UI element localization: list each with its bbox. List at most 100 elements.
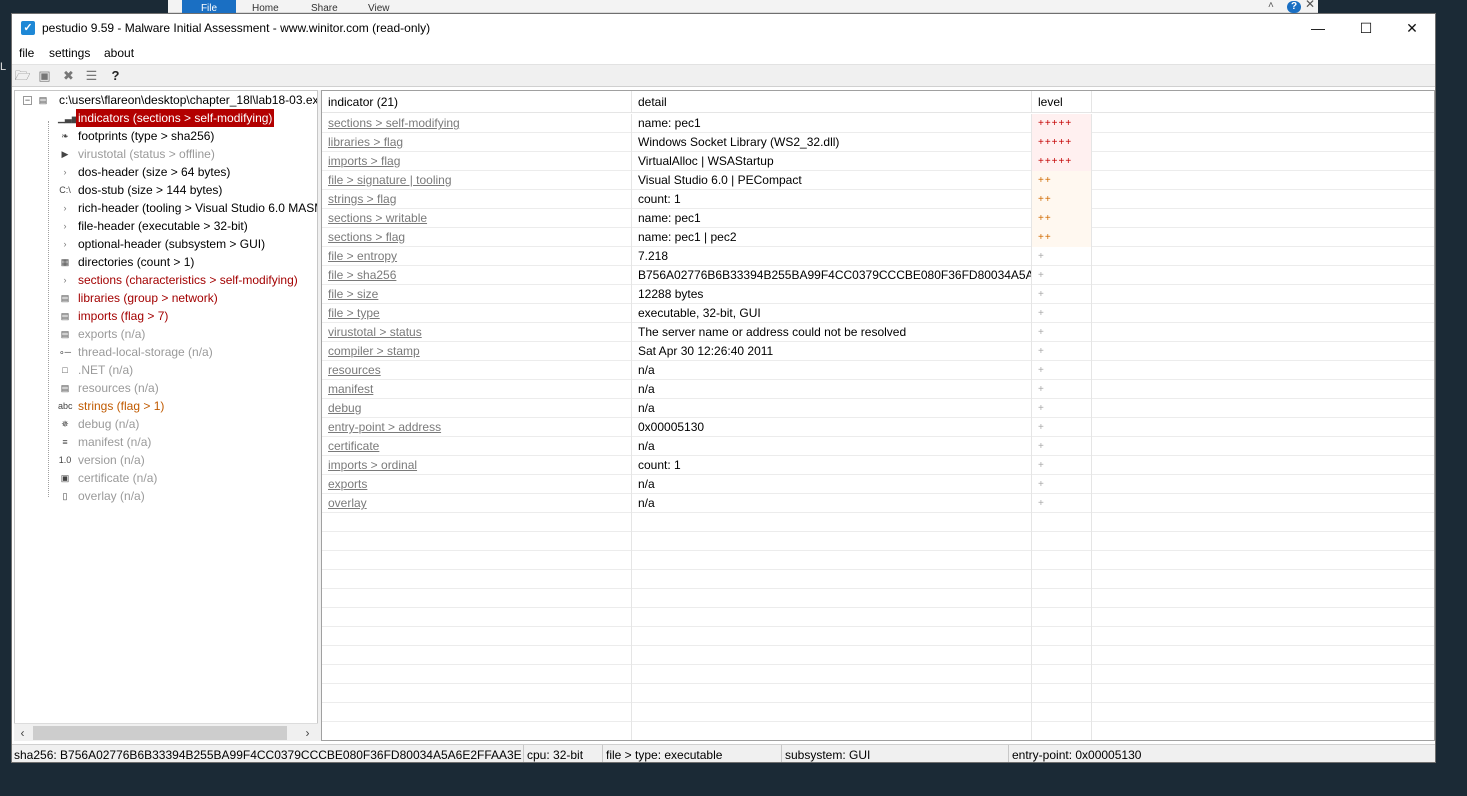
- column-header-detail[interactable]: detail: [632, 91, 1032, 113]
- table-row[interactable]: resources n/a +: [322, 361, 1434, 380]
- indicator-cell[interactable]: manifest: [322, 380, 632, 399]
- detail-cell: n/a: [632, 399, 1032, 418]
- indicator-cell[interactable]: file > signature | tooling: [322, 171, 632, 190]
- table-row[interactable]: file > size 12288 bytes +: [322, 285, 1434, 304]
- detail-cell: Visual Studio 6.0 | PECompact: [632, 171, 1032, 190]
- indicator-cell[interactable]: entry-point > address: [322, 418, 632, 437]
- tree-item-label: directories (count > 1): [78, 255, 195, 269]
- list-icon[interactable]: ☰: [83, 68, 100, 84]
- indicator-cell[interactable]: imports > ordinal: [322, 456, 632, 475]
- tree-horizontal-scrollbar[interactable]: ‹ ›: [14, 723, 318, 741]
- scroll-right-icon[interactable]: ›: [299, 724, 316, 742]
- table-row[interactable]: entry-point > address 0x00005130 +: [322, 418, 1434, 437]
- indicator-cell[interactable]: compiler > stamp: [322, 342, 632, 361]
- certificate-icon: ▣: [60, 473, 70, 483]
- status-sha256: sha256: B756A02776B6B33394B255BA99F4CC03…: [12, 745, 524, 762]
- table-row[interactable]: compiler > stamp Sat Apr 30 12:26:40 2011…: [322, 342, 1434, 361]
- indicator-cell[interactable]: file > entropy: [322, 247, 632, 266]
- indicator-cell[interactable]: file > size: [322, 285, 632, 304]
- empty-cell: [322, 646, 632, 665]
- table-row[interactable]: debug n/a +: [322, 399, 1434, 418]
- indicator-cell[interactable]: resources: [322, 361, 632, 380]
- collapse-icon[interactable]: −: [23, 96, 32, 105]
- table-row[interactable]: sections > self-modifying name: pec1 +++++: [322, 114, 1434, 133]
- table-row[interactable]: file > signature | tooling Visual Studio …: [322, 171, 1434, 190]
- indicator-cell[interactable]: sections > flag: [322, 228, 632, 247]
- expand-chevron-icon[interactable]: ›: [60, 166, 70, 178]
- scroll-left-icon[interactable]: ‹: [14, 724, 31, 742]
- table-empty-row: [322, 570, 1434, 589]
- background-ribbon: File Home Share View: [168, 0, 1318, 13]
- open-icon[interactable]: 🗁: [14, 68, 31, 84]
- expand-chevron-icon[interactable]: ›: [60, 274, 70, 286]
- table-row[interactable]: file > entropy 7.218 +: [322, 247, 1434, 266]
- tree-item-label: version (n/a): [78, 453, 145, 467]
- empty-cell: [632, 684, 1032, 703]
- close-button[interactable]: ✕: [1389, 14, 1435, 42]
- save-icon[interactable]: ▣: [36, 68, 53, 84]
- indicator-cell[interactable]: overlay: [322, 494, 632, 513]
- table-row[interactable]: manifest n/a +: [322, 380, 1434, 399]
- version-icon: 1.0: [58, 455, 72, 465]
- indicator-cell[interactable]: virustotal > status: [322, 323, 632, 342]
- tree-item-label: thread-local-storage (n/a): [78, 345, 213, 359]
- table-empty-row: [322, 608, 1434, 627]
- level-cell: ++: [1032, 171, 1092, 190]
- table-row[interactable]: strings > flag count: 1 ++: [322, 190, 1434, 209]
- help-icon[interactable]: ?: [107, 68, 124, 84]
- expand-chevron-icon[interactable]: ›: [60, 238, 70, 250]
- virustotal-icon: ▶: [61, 149, 69, 159]
- exports-icon: ▤: [60, 329, 70, 339]
- menu-file[interactable]: file: [19, 46, 34, 60]
- table-row[interactable]: file > sha256 B756A02776B6B33394B255BA99F…: [322, 266, 1434, 285]
- tree-item-label: footprints (type > sha256): [78, 129, 215, 143]
- expand-chevron-icon[interactable]: ›: [60, 220, 70, 232]
- indicator-cell[interactable]: file > sha256: [322, 266, 632, 285]
- detail-cell: The server name or address could not be …: [632, 323, 1032, 342]
- table-row[interactable]: sections > flag name: pec1 | pec2 ++: [322, 228, 1434, 247]
- indicator-cell[interactable]: certificate: [322, 437, 632, 456]
- table-row[interactable]: exports n/a +: [322, 475, 1434, 494]
- indicator-cell[interactable]: libraries > flag: [322, 133, 632, 152]
- executable-file-icon: ▤: [38, 95, 48, 105]
- close-icon[interactable]: ✖: [60, 68, 77, 84]
- table-row[interactable]: file > type executable, 32-bit, GUI +: [322, 304, 1434, 323]
- menu-settings[interactable]: settings: [49, 46, 90, 60]
- column-header-indicator[interactable]: indicator (21): [322, 91, 632, 113]
- tree-view[interactable]: − ▤ c:\users\flareon\desktop\chapter_18l…: [14, 90, 318, 741]
- tree-item-label: optional-header (subsystem > GUI): [78, 237, 266, 251]
- console-icon: C:\: [59, 185, 71, 195]
- minimize-button[interactable]: —: [1295, 14, 1341, 42]
- window-title: pestudio 9.59 - Malware Initial Assessme…: [42, 21, 431, 35]
- expand-chevron-icon[interactable]: ›: [60, 202, 70, 214]
- tree-item-label: resources (n/a): [78, 381, 159, 395]
- tree-item-label: debug (n/a): [78, 417, 140, 431]
- level-cell: ++: [1032, 190, 1092, 209]
- indicator-cell[interactable]: sections > writable: [322, 209, 632, 228]
- indicator-cell[interactable]: imports > flag: [322, 152, 632, 171]
- indicator-cell[interactable]: sections > self-modifying: [322, 114, 632, 133]
- table-row[interactable]: virustotal > status The server name or ad…: [322, 323, 1434, 342]
- level-cell: ++: [1032, 228, 1092, 247]
- table-row[interactable]: certificate n/a +: [322, 437, 1434, 456]
- status-entry-point: entry-point: 0x00005130: [1012, 748, 1142, 762]
- empty-cell: [632, 646, 1032, 665]
- menu-about[interactable]: about: [104, 46, 134, 60]
- indicator-cell[interactable]: debug: [322, 399, 632, 418]
- table-row[interactable]: imports > ordinal count: 1 +: [322, 456, 1434, 475]
- imports-icon: ▤: [60, 311, 70, 321]
- indicator-cell[interactable]: exports: [322, 475, 632, 494]
- table-row[interactable]: libraries > flag Windows Socket Library (…: [322, 133, 1434, 152]
- column-header-level[interactable]: level: [1032, 91, 1092, 113]
- indicator-cell[interactable]: strings > flag: [322, 190, 632, 209]
- status-file-type: file > type: executable: [604, 745, 782, 762]
- empty-cell: [632, 570, 1032, 589]
- maximize-button[interactable]: ☐: [1343, 14, 1389, 42]
- table-row[interactable]: imports > flag VirtualAlloc | WSAStartup +…: [322, 152, 1434, 171]
- scroll-thumb[interactable]: [33, 726, 287, 740]
- indicator-cell[interactable]: file > type: [322, 304, 632, 323]
- table-row[interactable]: overlay n/a +: [322, 494, 1434, 513]
- title-bar[interactable]: ✓ pestudio 9.59 - Malware Initial Assess…: [12, 14, 1435, 44]
- empty-cell: [322, 608, 632, 627]
- table-row[interactable]: sections > writable name: pec1 ++: [322, 209, 1434, 228]
